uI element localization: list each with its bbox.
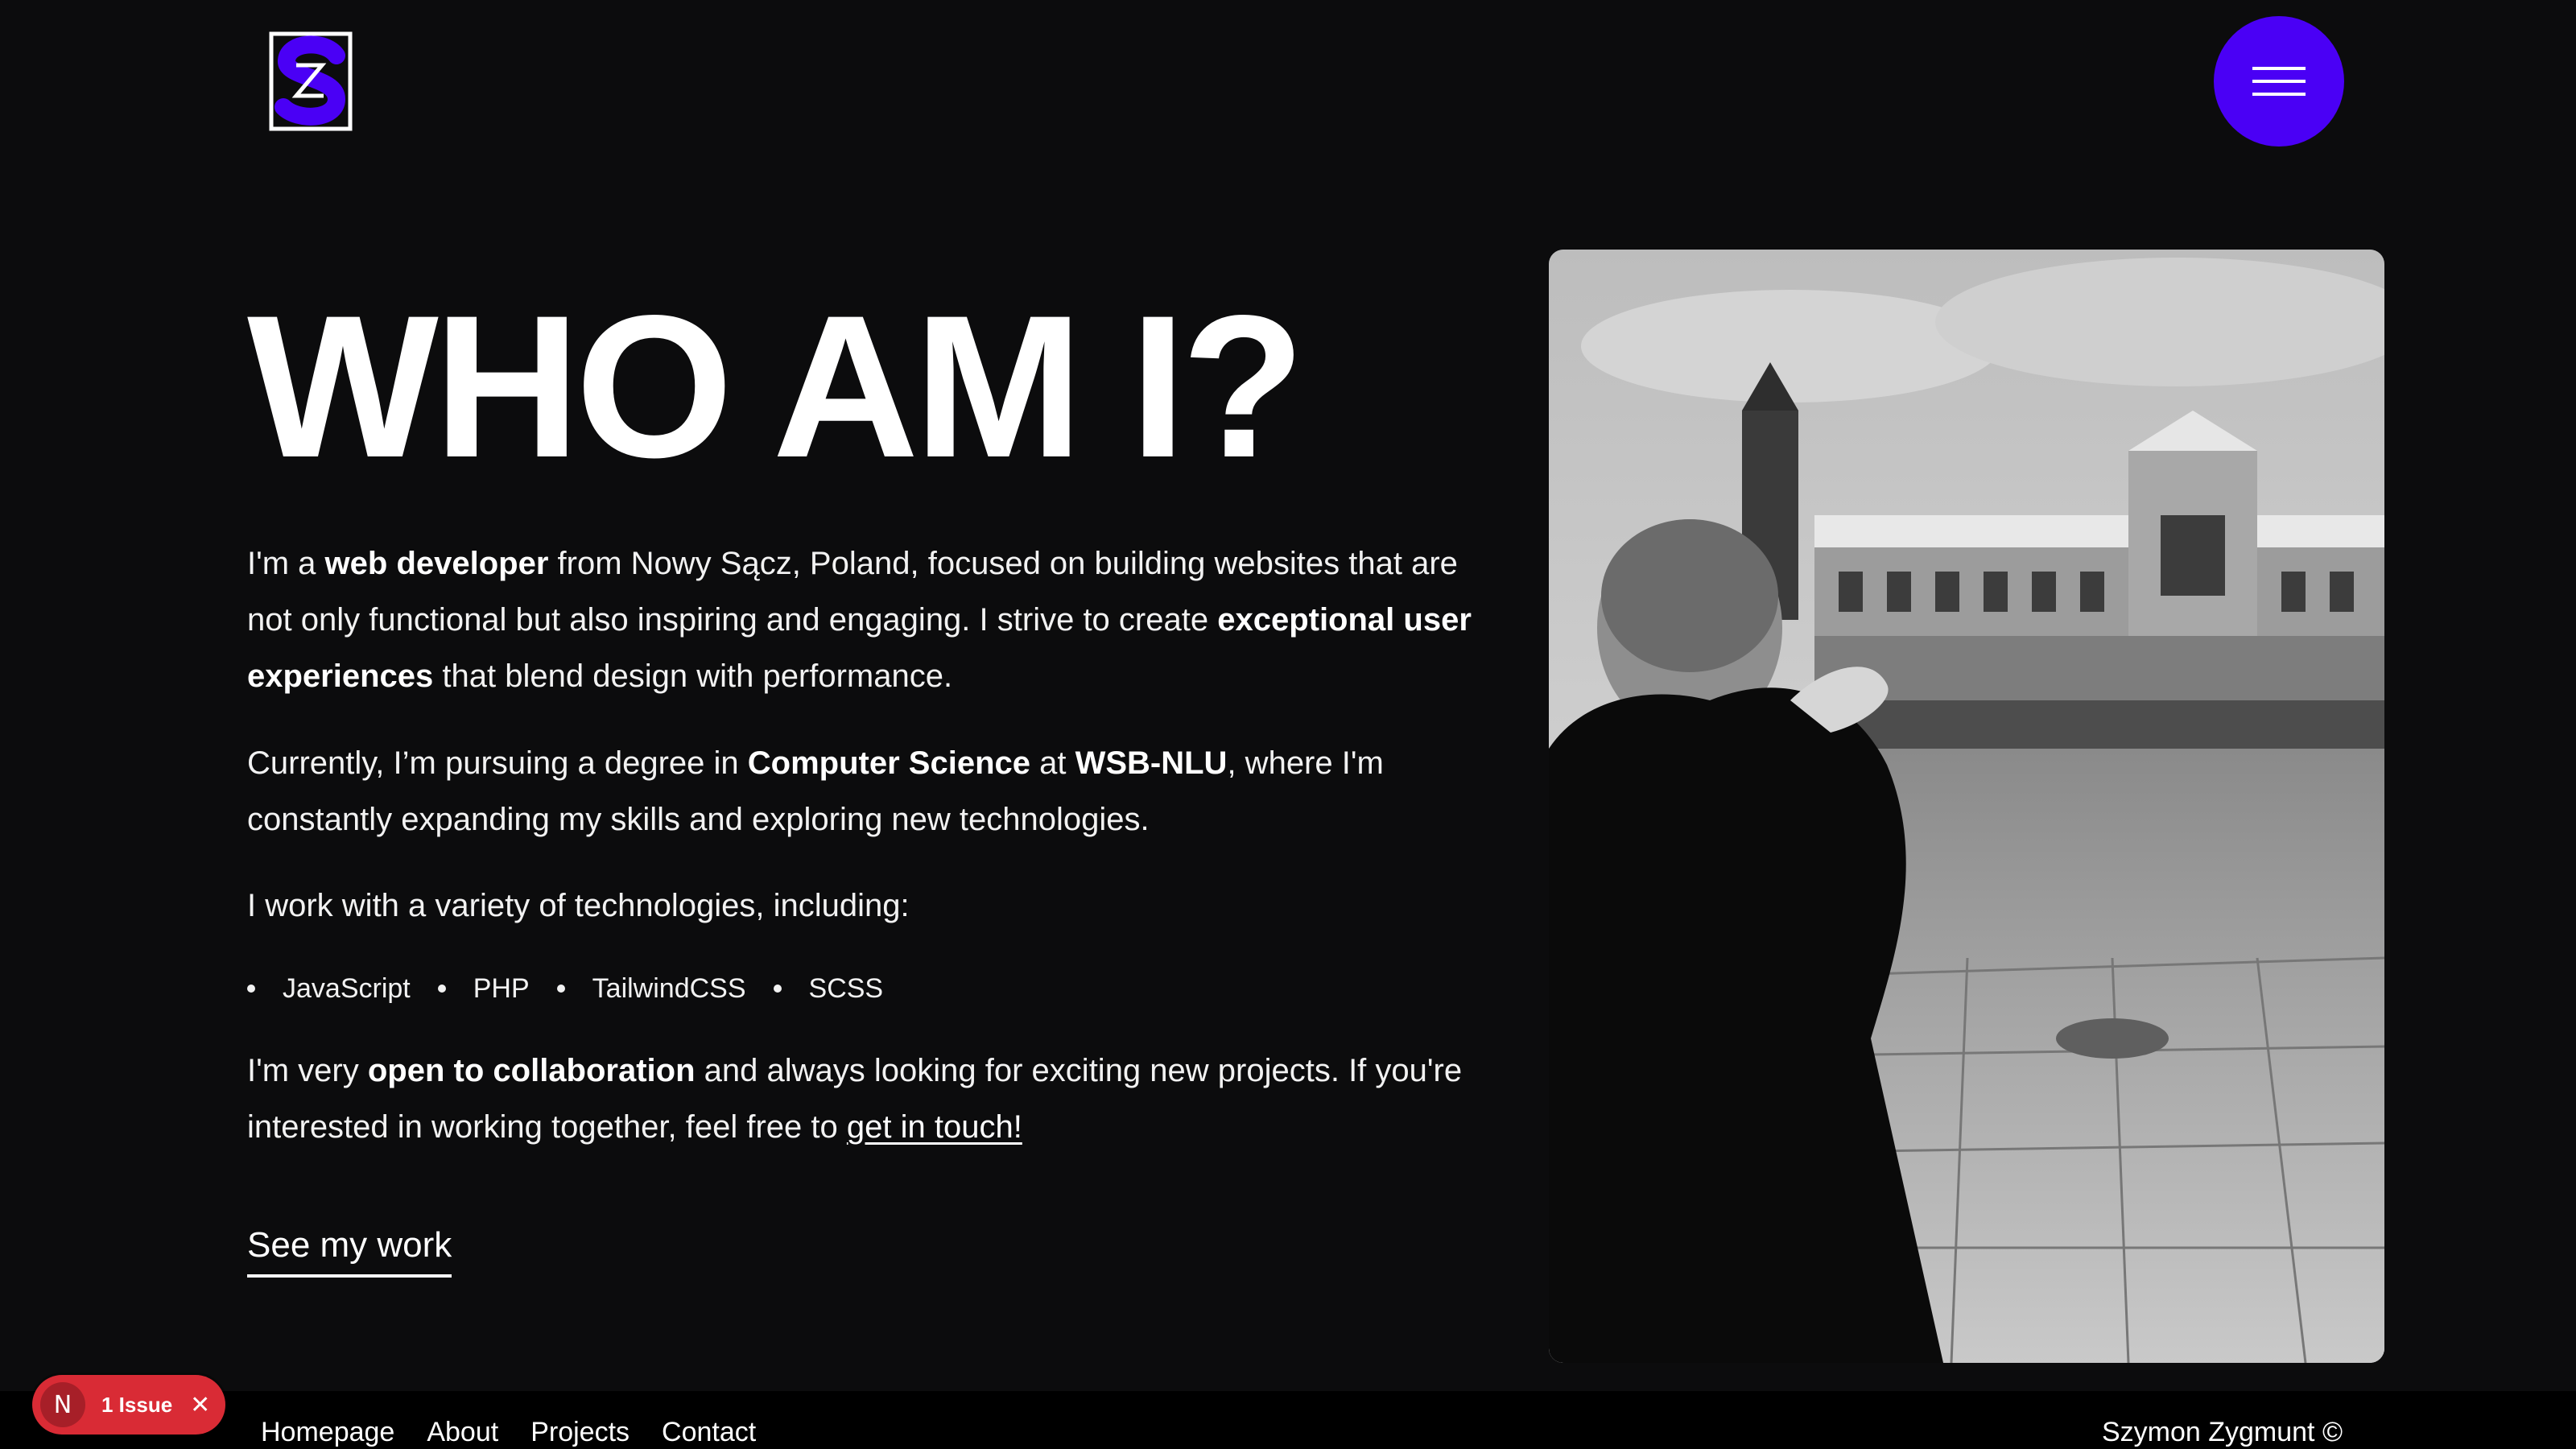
education-text-1: Currently, I’m pursuing a degree in bbox=[247, 745, 748, 781]
intro-text-3: that blend design with performance. bbox=[433, 658, 953, 694]
collab-bold: open to collaboration bbox=[367, 1053, 696, 1088]
portrait-photo-image bbox=[1549, 250, 2384, 1363]
footer-link-about[interactable]: About bbox=[427, 1415, 498, 1449]
footer-link-contact[interactable]: Contact bbox=[662, 1415, 756, 1449]
portrait-photo bbox=[1549, 250, 2384, 1363]
intro-bold-role: web developer bbox=[324, 546, 549, 581]
tech-list: JavaScript PHP TailwindCSS SCSS bbox=[247, 968, 910, 1009]
tech-item: SCSS bbox=[773, 968, 884, 1009]
tech-label: TailwindCSS bbox=[592, 973, 746, 1004]
close-icon[interactable]: ✕ bbox=[190, 1391, 210, 1419]
footer-link-homepage[interactable]: Homepage bbox=[261, 1415, 394, 1449]
collaboration-paragraph: I'm very open to collaboration and alway… bbox=[247, 1042, 1503, 1155]
tech-label: PHP bbox=[473, 973, 530, 1004]
bullet-icon bbox=[437, 985, 446, 993]
education-bold-school: WSB-NLU bbox=[1075, 745, 1228, 781]
tech-intro: I work with a variety of technologies, i… bbox=[247, 888, 910, 923]
education-bold-degree: Computer Science bbox=[747, 745, 1030, 781]
education-text-2: at bbox=[1030, 745, 1075, 781]
site-logo[interactable] bbox=[269, 31, 353, 131]
see-my-work-button[interactable]: See my work bbox=[247, 1221, 452, 1278]
intro-paragraph: I'm a web developer from Nowy Sącz, Pola… bbox=[247, 535, 1487, 704]
bullet-icon bbox=[556, 985, 565, 993]
nextjs-logo-icon[interactable]: N bbox=[40, 1382, 85, 1427]
get-in-touch-link[interactable]: get in touch! bbox=[847, 1109, 1022, 1145]
page-title: WHO AM I? bbox=[247, 274, 1305, 500]
bullet-icon bbox=[247, 985, 255, 993]
intro-text-1: I'm a bbox=[247, 546, 325, 581]
tech-item: PHP bbox=[437, 968, 530, 1009]
issue-count-label[interactable]: 1 Issue bbox=[101, 1393, 172, 1418]
tech-item: TailwindCSS bbox=[556, 968, 746, 1009]
about-section: WHO AM I? I'm a web developer from Nowy … bbox=[247, 274, 1503, 1278]
footer-credit: Szymon Zygmunt © bbox=[2101, 1417, 2343, 1447]
zs-logo-icon bbox=[269, 31, 353, 131]
tech-item: JavaScript bbox=[247, 968, 411, 1009]
menu-button[interactable] bbox=[2214, 16, 2344, 147]
dev-issues-badge[interactable]: N 1 Issue ✕ bbox=[32, 1375, 225, 1435]
education-paragraph: Currently, I’m pursuing a degree in Comp… bbox=[247, 735, 1487, 848]
tech-label: SCSS bbox=[808, 973, 884, 1004]
tech-label: JavaScript bbox=[283, 973, 411, 1004]
footer-nav: Homepage About Projects Contact bbox=[261, 1415, 756, 1449]
bullet-icon bbox=[773, 985, 782, 993]
collab-text-1: I'm very bbox=[247, 1053, 368, 1088]
footer-link-projects[interactable]: Projects bbox=[530, 1415, 630, 1449]
site-footer: Homepage About Projects Contact Szymon Z… bbox=[0, 1391, 2576, 1449]
hamburger-menu-icon bbox=[2252, 67, 2306, 96]
